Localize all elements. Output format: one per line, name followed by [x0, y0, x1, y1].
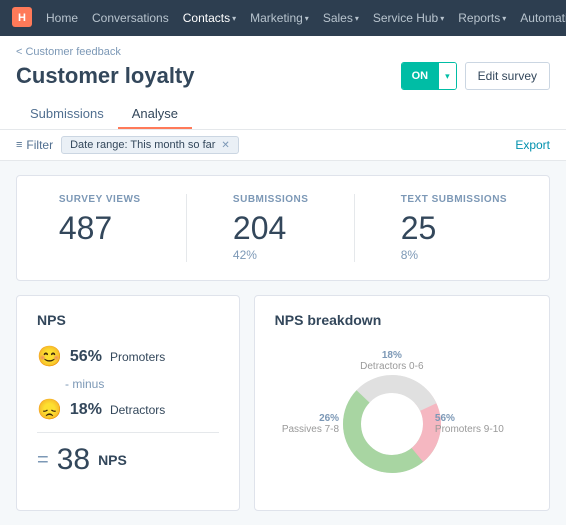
filter-icon: ≡: [16, 139, 22, 151]
nav-item-service-hub[interactable]: Service Hub ▾: [373, 11, 444, 25]
header-actions: ON ▾ Edit survey: [401, 62, 550, 90]
promoters-pct: 56%: [70, 348, 102, 366]
breakdown-card-title: NPS breakdown: [275, 312, 529, 328]
page-header: < Customer feedback Customer loyalty ON …: [0, 36, 566, 130]
minus-label: - minus: [65, 377, 219, 391]
nav-item-contacts[interactable]: Contacts ▾: [183, 11, 236, 25]
nav-logo: H: [12, 7, 32, 30]
filter-close-icon[interactable]: ✕: [221, 140, 229, 151]
nav-item-automation[interactable]: Automation ▾: [520, 11, 566, 25]
passives-chart-label: 26% Passives 7-8: [282, 413, 339, 435]
nps-promoters-row: 😊 56% Promoters: [37, 344, 219, 369]
navbar: H Home Conversations Contacts ▾ Marketin…: [0, 0, 566, 36]
toggle-on-label[interactable]: ON: [402, 63, 439, 89]
donut-chart: [332, 364, 452, 484]
tab-analyse[interactable]: Analyse: [118, 100, 192, 129]
tab-submissions[interactable]: Submissions: [16, 100, 118, 129]
stat-survey-views-label: SURVEY VIEWS: [59, 194, 141, 205]
breakdown-card: NPS breakdown 18% Detractors 0-6 26% Pas…: [254, 295, 550, 511]
stat-text-submissions-sub: 8%: [401, 248, 507, 262]
reports-dropdown-icon: ▾: [502, 14, 506, 23]
nps-detractors-row: 😞 18% Detractors: [37, 397, 219, 422]
contacts-dropdown-icon: ▾: [232, 14, 236, 23]
nps-card: NPS 😊 56% Promoters - minus 😞 18% Detrac…: [16, 295, 240, 511]
export-button[interactable]: Export: [515, 138, 550, 152]
nps-total-value: 38: [57, 443, 90, 477]
donut-chart-wrapper: 18% Detractors 0-6 26% Passives 7-8 56% …: [332, 364, 452, 484]
toggle-dropdown-icon[interactable]: ▾: [438, 63, 456, 89]
status-toggle[interactable]: ON ▾: [401, 62, 457, 90]
nps-card-title: NPS: [37, 312, 219, 328]
detractors-pct: 18%: [70, 401, 102, 419]
stat-survey-views-value: 487: [59, 211, 141, 246]
promoters-emoji: 😊: [37, 344, 62, 369]
nav-item-home[interactable]: Home: [46, 11, 78, 25]
page-title: Customer loyalty: [16, 63, 195, 89]
detractors-emoji: 😞: [37, 397, 62, 422]
detractors-label: Detractors: [110, 403, 165, 417]
stat-text-submissions-label: TEXT SUBMISSIONS: [401, 194, 507, 205]
nav-item-marketing[interactable]: Marketing ▾: [250, 11, 309, 25]
stat-submissions-sub: 42%: [233, 248, 309, 262]
marketing-dropdown-icon: ▾: [305, 14, 309, 23]
sales-dropdown-icon: ▾: [355, 14, 359, 23]
filter-button[interactable]: ≡ Filter: [16, 138, 53, 152]
promoters-label: Promoters: [110, 350, 165, 364]
edit-survey-button[interactable]: Edit survey: [465, 62, 550, 90]
stat-submissions: SUBMISSIONS 204 42%: [233, 194, 309, 262]
svg-text:H: H: [18, 12, 26, 24]
toolbar: ≡ Filter Date range: This month so far ✕…: [0, 130, 566, 161]
stat-submissions-value: 204: [233, 211, 309, 246]
detractors-chart-label: 18% Detractors 0-6: [360, 350, 423, 372]
bottom-row: NPS 😊 56% Promoters - minus 😞 18% Detrac…: [16, 295, 550, 511]
stat-text-submissions-value: 25: [401, 211, 507, 246]
stat-survey-views: SURVEY VIEWS 487: [59, 194, 141, 262]
date-range-filter[interactable]: Date range: This month so far ✕: [61, 136, 239, 154]
breakdown-content: 18% Detractors 0-6 26% Passives 7-8 56% …: [275, 344, 529, 494]
nav-item-sales[interactable]: Sales ▾: [323, 11, 359, 25]
breadcrumb[interactable]: < Customer feedback: [16, 46, 550, 58]
stats-card: SURVEY VIEWS 487 SUBMISSIONS 204 42% TEX…: [16, 175, 550, 281]
service-hub-dropdown-icon: ▾: [440, 14, 444, 23]
page-tabs: Submissions Analyse: [16, 100, 550, 129]
nps-total-label: NPS: [98, 452, 127, 468]
nav-item-conversations[interactable]: Conversations: [92, 11, 169, 25]
nav-item-reports[interactable]: Reports ▾: [458, 11, 506, 25]
stat-text-submissions: TEXT SUBMISSIONS 25 8%: [401, 194, 507, 262]
main-content: SURVEY VIEWS 487 SUBMISSIONS 204 42% TEX…: [0, 161, 566, 525]
stat-submissions-label: SUBMISSIONS: [233, 194, 309, 205]
nps-equals-symbol: =: [37, 449, 49, 472]
nps-total-row: = 38 NPS: [37, 443, 219, 477]
promoters-chart-label: 56% Promoters 9-10: [435, 413, 504, 435]
